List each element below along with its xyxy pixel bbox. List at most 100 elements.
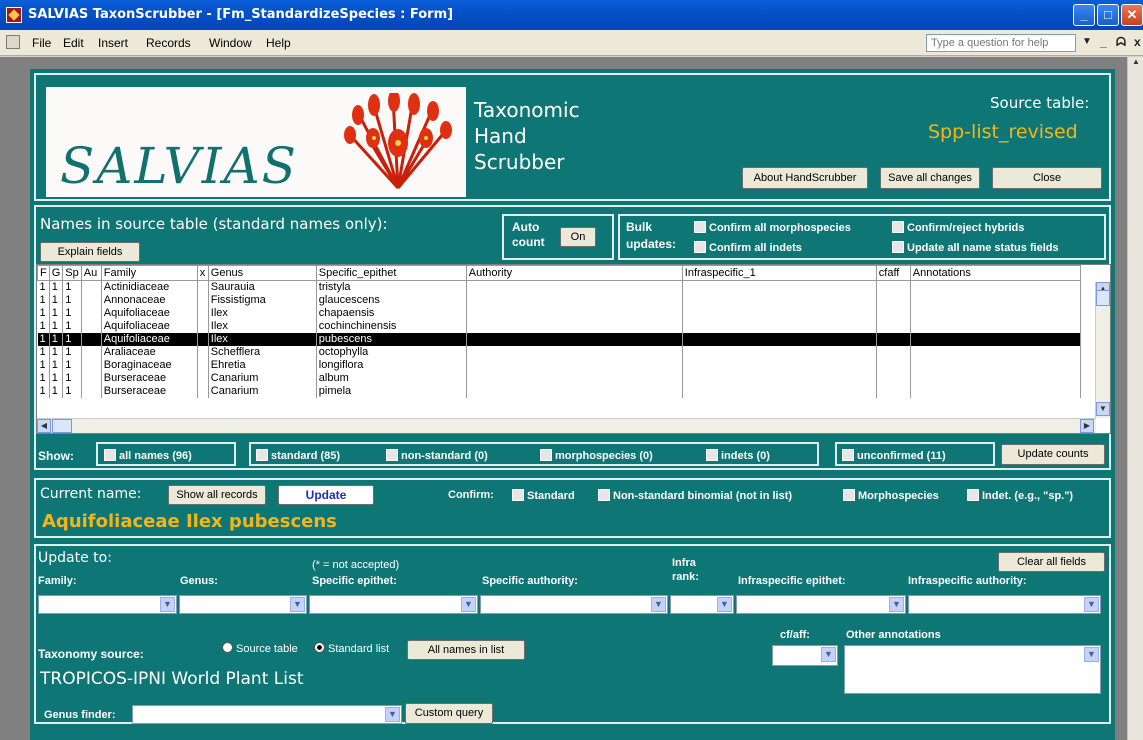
grid-col-header[interactable]: Infraspecific_1 [681,265,877,281]
menu-edit[interactable]: Edit [63,36,84,50]
grid-cell-au[interactable] [81,359,102,372]
grid-cell-sp[interactable]: 1 [62,307,82,320]
grid-cell-x[interactable] [197,359,209,372]
checkbox-icon[interactable] [256,449,268,461]
dropdown-arrow-icon[interactable]: ▼ [1084,647,1099,662]
checkbox-icon[interactable] [706,449,718,461]
menu-records[interactable]: Records [146,36,191,50]
custom-query-button[interactable]: Custom query [405,703,493,724]
checkbox-icon[interactable] [842,449,854,461]
grid-col-header[interactable]: Au [80,265,102,281]
grid-cell-authority[interactable] [466,280,683,294]
checkbox-icon[interactable] [386,449,398,461]
table-row[interactable]: 1 1 1 Burseraceae Canarium album [37,372,1081,385]
grid-cell-x[interactable] [197,320,209,333]
grid-cell-authority[interactable] [466,346,683,359]
grid-cell-g[interactable]: 1 [49,359,64,372]
grid-cell-infra[interactable] [682,280,877,294]
radio-standard-list[interactable]: Standard list [314,642,389,655]
table-row[interactable]: 1 1 1 Araliaceae Schefflera octophylla [37,346,1081,359]
grid-col-header[interactable]: Specific_epithet [315,265,467,281]
scroll-down-icon[interactable]: ▼ [1096,402,1110,416]
scroll-up-icon[interactable]: ▲ [1129,57,1143,71]
grid-cell-cfaff[interactable] [876,280,911,294]
grid-cell-infra[interactable] [682,320,877,333]
checkbox-icon[interactable] [598,489,610,501]
grid-col-header[interactable]: Sp [62,265,82,281]
grid-cell-x[interactable] [197,346,209,359]
grid-vertical-scrollbar[interactable]: ▲ ▼ [1095,282,1110,418]
grid-cell-cfaff[interactable] [876,385,911,398]
radio-source-table[interactable]: Source table [222,642,298,655]
grid-cell-sp[interactable]: 1 [62,333,82,346]
grid-cell-f[interactable]: 1 [37,320,50,333]
other-annotations-input[interactable]: ▼ [844,645,1101,694]
grid-col-header[interactable]: Family [100,265,198,281]
radio-selected-icon[interactable] [314,642,325,653]
menu-help[interactable]: Help [266,36,291,50]
grid-cell-au[interactable] [81,372,102,385]
grid-cell-epithet[interactable]: pimela [316,385,467,398]
mdi-minimize-icon[interactable]: _ [1100,35,1107,49]
mdi-restore-icon[interactable]: ᗣ [1116,35,1126,50]
dropdown-arrow-icon[interactable]: ▼ [385,707,400,722]
grid-cell-g[interactable]: 1 [49,333,64,346]
grid-cell-x[interactable] [197,385,209,398]
grid-cell-cfaff[interactable] [876,294,911,307]
checkbox-icon[interactable] [694,221,706,233]
grid-cell-genus[interactable]: Ilex [208,307,317,320]
grid-cell-genus[interactable]: Schefflera [208,346,317,359]
update-button[interactable]: Update [278,485,374,505]
filter-indets[interactable]: indets (0) [706,449,770,462]
grid-cell-au[interactable] [81,385,102,398]
checkbox-icon[interactable] [892,241,904,253]
grid-cell-authority[interactable] [466,385,683,398]
grid-cell-genus[interactable]: Canarium [208,372,317,385]
grid-cell-g[interactable]: 1 [49,346,64,359]
infraspecific-epithet-combo[interactable]: ▼ [736,595,906,614]
grid-col-header[interactable]: F [37,265,50,281]
grid-cell-sp[interactable]: 1 [62,320,82,333]
grid-cell-genus[interactable]: Fissistigma [208,294,317,307]
grid-cell-f[interactable]: 1 [37,280,50,294]
save-all-button[interactable]: Save all changes [880,167,980,189]
all-names-in-list-button[interactable]: All names in list [407,640,525,660]
grid-cell-epithet[interactable]: album [316,372,467,385]
grid-cell-annot[interactable] [910,346,1081,359]
grid-cell-g[interactable]: 1 [49,307,64,320]
grid-cell-f[interactable]: 1 [37,294,50,307]
dropdown-arrow-icon[interactable]: ▼ [1084,597,1099,612]
filter-morphospecies[interactable]: morphospecies (0) [540,449,653,462]
filter-unconfirmed[interactable]: unconfirmed (11) [842,449,946,462]
grid-cell-f[interactable]: 1 [37,333,50,346]
grid-cell-au[interactable] [81,280,102,294]
grid-cell-x[interactable] [197,294,209,307]
grid-cell-au[interactable] [81,333,102,346]
grid-col-header[interactable]: cfaff [875,265,911,281]
grid-cell-g[interactable]: 1 [49,385,64,398]
grid-cell-genus[interactable]: Ilex [208,333,317,346]
grid-cell-infra[interactable] [682,294,877,307]
grid-cell-f[interactable]: 1 [37,359,50,372]
table-row[interactable]: 1 1 1 Burseraceae Canarium pimela [37,385,1081,398]
show-all-records-button[interactable]: Show all records [168,485,266,505]
menu-file[interactable]: File [32,36,51,50]
names-grid[interactable]: F G Sp Au Family x Genus Specific_epithet Author… [36,264,1111,434]
dropdown-arrow-icon[interactable]: ▼ [290,597,305,612]
grid-cell-x[interactable] [197,372,209,385]
grid-col-header[interactable]: Authority [465,265,683,281]
grid-cell-x[interactable] [197,280,209,294]
dropdown-arrow-icon[interactable]: ▼ [461,597,476,612]
grid-cell-annot[interactable] [910,359,1081,372]
grid-cell-family[interactable]: Burseraceae [101,372,198,385]
minimize-icon[interactable]: _ [1073,4,1095,26]
grid-cell-authority[interactable] [466,320,683,333]
table-row[interactable]: 1 1 1 Boraginaceae Ehretia longiflora [37,359,1081,372]
table-row[interactable]: 1 1 1 Aquifoliaceae Ilex cochinchinensis [37,320,1081,333]
checkbox-icon[interactable] [694,241,706,253]
grid-cell-authority[interactable] [466,294,683,307]
grid-horizontal-scrollbar[interactable]: ◀ ▶ [37,418,1096,433]
grid-cell-family[interactable]: Actinidiaceae [101,280,198,294]
grid-col-header[interactable]: G [48,265,64,281]
grid-cell-infra[interactable] [682,346,877,359]
